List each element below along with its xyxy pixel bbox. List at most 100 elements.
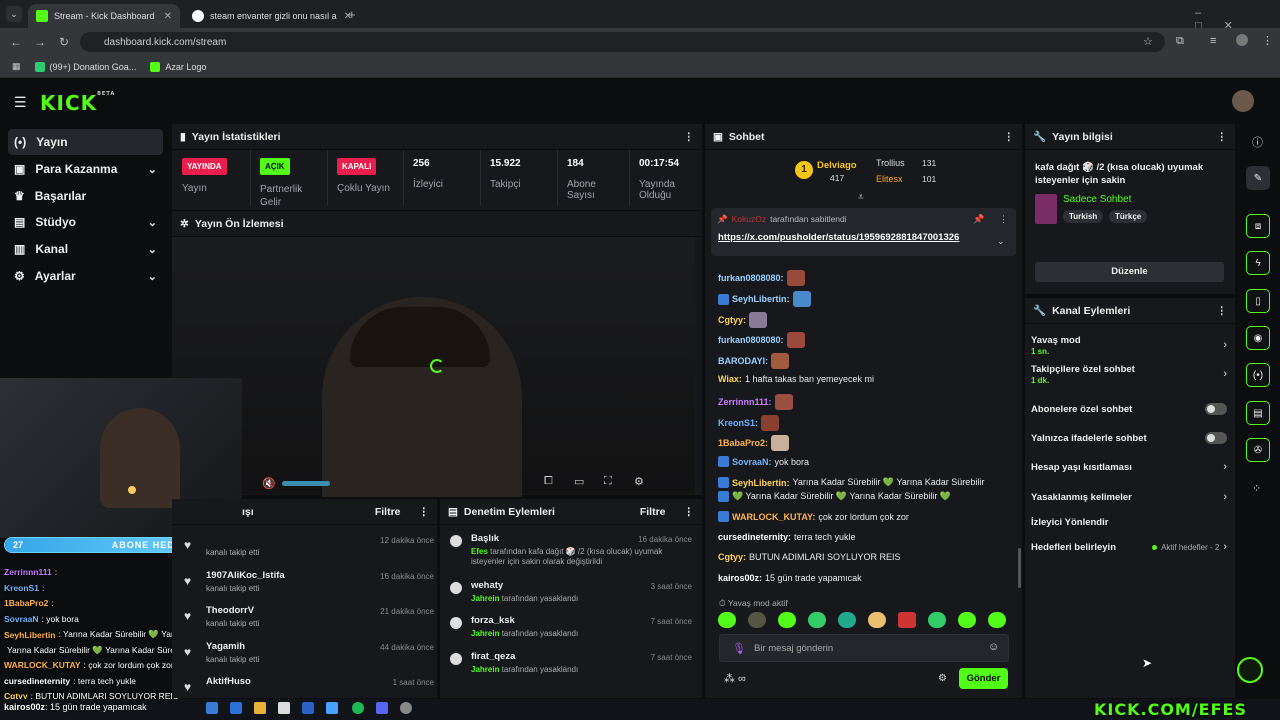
layout-icon[interactable]: ▤ [1246, 401, 1270, 425]
fullscreen-icon[interactable]: ⛶ [604, 475, 612, 488]
forward-icon[interactable]: → [28, 35, 52, 49]
channel-action-row[interactable]: Takipçilere özel sohbet 1 dk. › [1031, 362, 1227, 386]
chat-message[interactable]: KreonS1: [718, 415, 780, 431]
emote-icon[interactable] [748, 612, 766, 628]
bookmark-donation-goal[interactable]: (99+) Donation Goa... [34, 61, 136, 72]
toggle-switch[interactable] [1205, 432, 1227, 444]
chat-message[interactable]: SeyhLibertin: [718, 291, 811, 307]
activity-row[interactable]: ♥ 1907AliKoc_Istifa kanalı takip etti 16 da… [178, 568, 438, 602]
lightning-icon[interactable]: ϟ [1246, 251, 1270, 275]
unpin-icon[interactable]: 📌 [973, 214, 984, 225]
more-options-icon[interactable]: ⋮ [999, 214, 1008, 225]
stream-preview-video[interactable]: ⧠ ▭ ⛶ ⚙ 🔇 [172, 237, 695, 497]
emote-icon[interactable] [958, 612, 976, 628]
edit-button[interactable]: Düzenle [1035, 262, 1224, 282]
chat-username[interactable]: Cgtyy: [718, 552, 746, 562]
tab-google-search[interactable]: steam envanter gizli onu nasıl a ✕ [184, 4, 360, 28]
send-button[interactable]: Gönder [959, 668, 1008, 689]
points-icon[interactable]: ⁂ ∞ [724, 672, 746, 685]
chat-username[interactable]: SeyhLibertin: [732, 294, 790, 304]
expand-leaderboard-icon[interactable]: ⩡ [858, 192, 864, 203]
more-options-icon[interactable]: ⋮ [684, 131, 695, 143]
chat-username[interactable]: furkan0808080: [718, 335, 784, 345]
chat-message[interactable]: SeyhLibertin: Yarına Kadar Sürebilir 💚 Ya… [718, 477, 984, 488]
chevron-down-icon[interactable]: ⌄ [997, 236, 1005, 247]
channel-action-row[interactable]: İzleyici Yönlendir [1031, 510, 1227, 534]
wrench-icon[interactable]: ✇ [1246, 438, 1270, 462]
taskbar-app-icon[interactable] [206, 702, 218, 714]
media-icon[interactable]: ≡ [1210, 35, 1216, 47]
emote-icon[interactable] [808, 612, 826, 628]
user-avatar[interactable] [1232, 90, 1254, 112]
kick-logo[interactable]: KICKBETA [40, 91, 115, 115]
chat-username[interactable]: KreonS1: [718, 418, 758, 428]
chat-message[interactable]: cursedineternity: terra tech yukle [718, 532, 856, 542]
channel-action-row[interactable]: Abonelere özel sohbet [1031, 397, 1227, 421]
chat-message[interactable]: furkan0808080: [718, 270, 805, 286]
taskbar-app-icon[interactable] [278, 702, 290, 714]
moderation-row[interactable]: firat_qeza Jahrein tarafından yasaklandı 7… [446, 651, 696, 685]
menu-icon[interactable]: ⋮ [1262, 34, 1273, 47]
channel-action-row[interactable]: Yasaklanmış kelimeler › [1031, 485, 1227, 509]
more-options-icon[interactable]: ⋮ [1004, 131, 1015, 143]
taskbar-app-icon[interactable] [326, 702, 338, 714]
bookmark-azar-logo[interactable]: Azar Logo [150, 61, 206, 72]
back-icon[interactable]: ← [4, 35, 28, 49]
chat-username[interactable]: cursedineternity: [718, 532, 791, 542]
channel-action-row[interactable]: Yavaş mod 1 sn. › [1031, 333, 1227, 357]
moderation-actor[interactable]: Jahrein [471, 594, 499, 603]
chat-username[interactable]: kairos00z: [718, 573, 762, 583]
channel-action-row[interactable]: Yalnızca ifadelerle sohbet [1031, 426, 1227, 450]
more-dots-icon[interactable]: ⁘ [1252, 482, 1261, 495]
pip-icon[interactable]: ⧠ [544, 475, 553, 488]
chat-scrollbar[interactable] [1018, 548, 1021, 588]
top-supporter-name[interactable]: Elitesx [876, 174, 903, 184]
volume-slider[interactable] [282, 481, 330, 486]
chat-username[interactable]: SovraaN: [732, 457, 772, 467]
moderation-actor[interactable]: Jahrein [471, 629, 499, 638]
emote-icon[interactable] [838, 612, 856, 628]
hamburger-menu-icon[interactable]: ☰ [14, 94, 27, 111]
more-options-icon[interactable]: ⋮ [419, 506, 430, 518]
chat-username[interactable]: BARODAYI: [718, 356, 768, 366]
chat-username[interactable]: 1BabaPro2: [718, 438, 768, 448]
activity-row[interactable]: ♥ TheodorrV kanalı takip etti 21 dakika önc… [178, 603, 438, 637]
top-supporter-name[interactable]: Trollius [876, 158, 905, 168]
top-supporter-name[interactable]: Delviago [817, 160, 857, 171]
emoji-icon[interactable]: ☺ [988, 641, 999, 653]
moderation-row[interactable]: wehaty Jahrein tarafından yasaklandı 3 saa… [446, 580, 696, 614]
reload-icon[interactable]: ↻ [52, 35, 76, 49]
taskbar-app-icon[interactable] [254, 702, 266, 714]
chat-username[interactable]: Wiax: [718, 374, 742, 384]
chat-message[interactable]: 1BabaPro2: [718, 435, 790, 451]
url-input[interactable]: dashboard.kick.com/stream [80, 32, 1165, 52]
chat-message[interactable]: 💚 Yarına Kadar Sürebilir 💚 Yarına Kadar … [718, 491, 951, 502]
chat-input[interactable]: 🎙 Bir mesaj gönderin ☺ [719, 634, 1009, 662]
taskbar-app-icon[interactable] [352, 702, 364, 714]
theater-icon[interactable]: ▭ [574, 475, 584, 488]
profile-avatar[interactable] [1236, 34, 1248, 46]
chat-message[interactable]: kairos00z: 15 gün trade yapamıcak [718, 573, 862, 583]
chat-message[interactable]: WARLOCK_KUTAY: çok zor lordum çok zor [718, 511, 909, 522]
chat-message[interactable]: SovraaN: yok bora [718, 456, 809, 467]
chat-settings-icon[interactable]: ⚙ [938, 673, 947, 684]
sidebar-item-ayarlar[interactable]: ⚙ Ayarlar ⌄ [8, 263, 163, 289]
chat-message[interactable]: Wiax: 1 hafta takas ban yemeyecek mi [718, 374, 874, 384]
activity-row[interactable]: ♥ Yagamih kanalı takip etti 44 dakika önce [178, 639, 438, 673]
extensions-icon[interactable]: ⧉ [1176, 35, 1184, 48]
emote-icon[interactable] [868, 612, 886, 628]
toggle-switch[interactable] [1205, 403, 1227, 415]
more-options-icon[interactable]: ⋮ [684, 506, 695, 518]
chat-message[interactable]: BARODAYI: [718, 353, 790, 369]
broadcast-icon[interactable]: (•) [1246, 363, 1270, 387]
moderation-row[interactable]: forza_ksk Jahrein tarafından yasaklandı 7 … [446, 615, 696, 649]
chat-message[interactable]: Cgtyy: [718, 312, 768, 328]
bookmark-star-icon[interactable]: ☆ [1143, 35, 1153, 48]
moderation-actor[interactable]: Jahrein [471, 665, 499, 674]
clip-icon[interactable]: ⧈ [1246, 214, 1270, 238]
new-tab-button[interactable]: + [348, 7, 356, 22]
tab-stream-dashboard[interactable]: Stream - Kick Dashboard ✕ [28, 4, 180, 28]
sidebar-item-kanal[interactable]: ▥ Kanal ⌄ [8, 236, 163, 262]
chat-username[interactable]: SeyhLibertin: [732, 478, 790, 488]
pinned-link[interactable]: https://x.com/pusholder/status/195969288… [718, 232, 959, 243]
